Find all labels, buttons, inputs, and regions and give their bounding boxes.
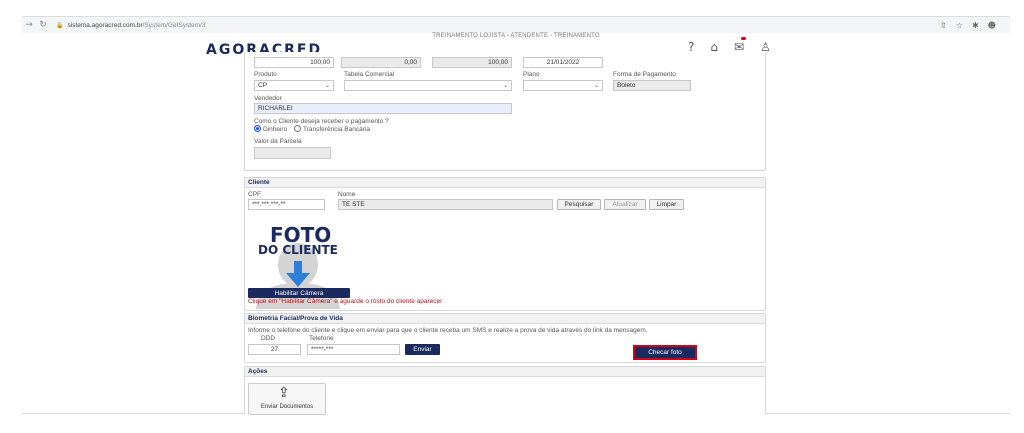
chevron-down-icon: ⌄: [324, 82, 330, 89]
vendedor-field[interactable]: RICHARLEI: [254, 103, 512, 114]
radio-dinheiro-label: Dinheiro: [263, 126, 288, 134]
nome-label: Nome: [338, 191, 356, 198]
value-field-2: 0,00: [341, 57, 421, 68]
cliente-panel: Cliente CPF ***.***.***-** Nome TE STE P…: [244, 177, 766, 311]
biometria-instructions: Informe o telefone do cliente e clique e…: [248, 327, 648, 334]
radio-dinheiro-control[interactable]: [254, 125, 261, 132]
payment-question: Como o Cliente deseja receber o pagament…: [254, 118, 389, 125]
enviar-documentos-label: Enviar Documentos: [260, 404, 314, 410]
address-bar[interactable]: 🔒 sistema.agoracred.com.br /System/GetSy…: [56, 22, 205, 29]
telefone-label: Telefone: [309, 335, 334, 342]
habilitar-camera-button[interactable]: Habilitar Câmera: [248, 288, 350, 298]
acoes-panel: Ações ⇪ Enviar Documentos: [244, 366, 766, 415]
limpar-button[interactable]: Limpar: [649, 199, 684, 210]
plano-select[interactable]: ⌄: [523, 80, 603, 91]
checar-foto-button[interactable]: Checar foto: [633, 345, 697, 360]
date-field[interactable]: 21/01/2022: [523, 57, 603, 68]
upload-icon: ⇪: [278, 385, 290, 401]
telefone-input[interactable]: *****-***: [307, 344, 400, 355]
forward-icon[interactable]: →: [22, 20, 36, 30]
parcela-field: [254, 147, 331, 159]
produto-label: Produto: [254, 71, 277, 78]
chevron-down-icon: ⌄: [593, 82, 599, 89]
value-field-1[interactable]: 100,00: [254, 57, 334, 68]
chevron-down-icon: ⌄: [502, 82, 508, 89]
parcela-label: Valor da Parcela: [254, 138, 302, 145]
notification-dot: [741, 37, 747, 40]
tabela-label: Tabela Comercial: [344, 71, 395, 78]
biometria-title: Biometria Facial/Prova de Vida: [245, 314, 765, 324]
atualizar-button[interactable]: Atualizar: [604, 199, 646, 210]
vendedor-label: Vendedor: [254, 95, 282, 102]
url-host: sistema.agoracred.com.br: [67, 21, 143, 29]
acoes-title: Ações: [245, 367, 765, 377]
biometria-panel: Biometria Facial/Prova de Vida Informe o…: [244, 313, 766, 363]
produto-select[interactable]: CP ⌄: [254, 80, 334, 91]
cpf-label: CPF: [248, 191, 261, 198]
produto-value: CP: [258, 82, 268, 89]
share-icon[interactable]: ⇪: [940, 21, 947, 30]
browser-toolbar: → ↻ 🔒 sistema.agoracred.com.br /System/G…: [22, 17, 1010, 34]
cpf-input[interactable]: ***.***.***-**: [248, 199, 325, 210]
radio-transferencia-control[interactable]: [294, 125, 301, 132]
value-field-3: 100,00: [432, 57, 512, 68]
star-icon[interactable]: ☆: [956, 21, 963, 30]
proposal-panel: 100,00 0,00 100,00 21/01/2022 Produto CP…: [244, 52, 766, 171]
forma-field: Boleto: [613, 80, 691, 91]
radio-dinheiro[interactable]: Dinheiro: [254, 125, 288, 134]
forma-label: Forma de Pagamento: [613, 71, 676, 78]
photo-subtitle: DO CLIENTE: [258, 243, 338, 257]
ddd-input[interactable]: 27: [248, 344, 301, 355]
pesquisar-button[interactable]: Pesquisar: [557, 199, 601, 210]
radio-transferencia[interactable]: Transferência Bancária: [294, 125, 370, 134]
tabela-select[interactable]: ⌄: [344, 80, 512, 91]
lock-icon: 🔒: [56, 21, 64, 29]
url-path: /System/GetSystem/3: [142, 21, 206, 29]
app-page: TREINAMENTO LOJISTA - ATENDENTE - TREINA…: [22, 33, 1010, 415]
plano-label: Plano: [523, 71, 540, 78]
nome-field: TE STE: [338, 199, 553, 210]
enviar-button[interactable]: Enviar: [405, 344, 440, 355]
camera-instruction: Clique em "Habilitar Câmera" e aguarde o…: [248, 298, 443, 305]
radio-transferencia-label: Transferência Bancária: [303, 126, 370, 134]
enviar-documentos-button[interactable]: ⇪ Enviar Documentos: [248, 383, 326, 415]
reload-icon[interactable]: ↻: [36, 20, 50, 30]
extensions-icon[interactable]: ✱: [972, 21, 979, 30]
ddd-label: DDD: [261, 335, 276, 342]
session-title: TREINAMENTO LOJISTA - ATENDENTE - TREINA…: [432, 33, 600, 39]
profile-icon[interactable]: ☻: [988, 21, 996, 30]
cliente-title: Cliente: [245, 178, 765, 188]
